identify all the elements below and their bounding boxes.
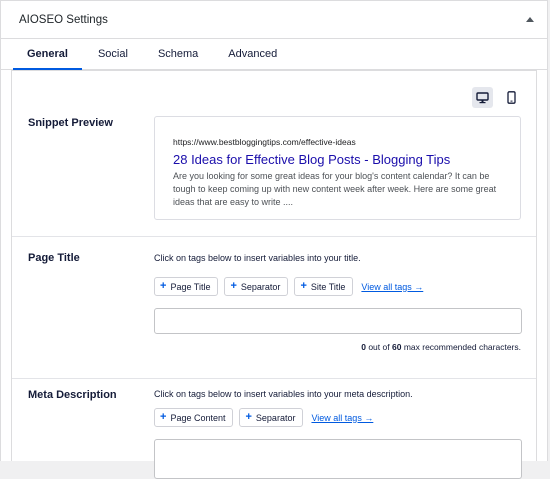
tab-general[interactable]: General xyxy=(13,39,82,70)
tab-schema[interactable]: Schema xyxy=(144,39,212,69)
tag-label: Separator xyxy=(255,412,296,423)
tab-advanced[interactable]: Advanced xyxy=(214,39,291,69)
tag-label: Site Title xyxy=(310,281,346,292)
snippet-url: https://www.bestbloggingtips.com/effecti… xyxy=(173,137,356,147)
meta-description-label: Meta Description xyxy=(28,389,117,401)
tab-social[interactable]: Social xyxy=(84,39,142,69)
char-count-suffix: max recommended characters. xyxy=(403,342,521,352)
snippet-description: Are you looking for some great ideas for… xyxy=(173,171,497,207)
plus-icon: + xyxy=(230,280,237,292)
snippet-preview-box: https://www.bestbloggingtips.com/effecti… xyxy=(154,116,521,220)
char-count-out-of: out of xyxy=(368,342,390,352)
plus-icon: + xyxy=(300,280,307,292)
tag-separator-button[interactable]: + Separator xyxy=(224,277,289,296)
page-title-input[interactable] xyxy=(154,308,522,334)
panel-title: AIOSEO Settings xyxy=(19,13,108,26)
tag-label: Page Content xyxy=(170,412,226,423)
char-count-max: 60 xyxy=(391,342,402,352)
snippet-preview-label: Snippet Preview xyxy=(28,117,113,129)
page-title-char-count: 0 out of 60 max recommended characters. xyxy=(361,342,521,352)
page-title-hint: Click on tags below to insert variables … xyxy=(154,253,361,263)
page-title-label: Page Title xyxy=(28,252,80,264)
meta-description-input[interactable] xyxy=(154,439,522,479)
plus-icon: + xyxy=(245,411,252,423)
tag-page-content-button[interactable]: + Page Content xyxy=(154,408,234,427)
page-title-tags: + Page Title + Separator + Site Title Vi… xyxy=(154,277,423,296)
snippet-preview-row: Snippet Preview https://www.bestblogging… xyxy=(12,71,536,237)
settings-body: Snippet Preview https://www.bestblogging… xyxy=(11,70,537,479)
tab-bar: General Social Schema Advanced xyxy=(1,39,547,70)
view-all-tags-link[interactable]: View all tags → xyxy=(311,413,373,423)
plus-icon: + xyxy=(160,411,167,423)
tag-separator-button[interactable]: + Separator xyxy=(239,408,304,427)
meta-description-hint: Click on tags below to insert variables … xyxy=(154,389,413,399)
meta-description-row: Meta Description Click on tags below to … xyxy=(12,378,536,479)
tag-page-title-button[interactable]: + Page Title xyxy=(154,277,219,296)
tag-site-title-button[interactable]: + Site Title xyxy=(294,277,354,296)
panel-header[interactable]: AIOSEO Settings xyxy=(1,1,547,39)
plus-icon: + xyxy=(160,280,167,292)
collapse-arrow-icon[interactable] xyxy=(526,17,534,22)
char-count-value: 0 xyxy=(361,342,366,352)
snippet-title: 28 Ideas for Effective Blog Posts - Blog… xyxy=(173,152,451,167)
view-all-tags-link[interactable]: View all tags → xyxy=(361,282,423,292)
tag-label: Separator xyxy=(240,281,281,292)
page-title-row: Page Title Click on tags below to insert… xyxy=(12,236,536,379)
tag-label: Page Title xyxy=(170,281,211,292)
meta-description-tags: + Page Content + Separator View all tags… xyxy=(154,408,373,427)
